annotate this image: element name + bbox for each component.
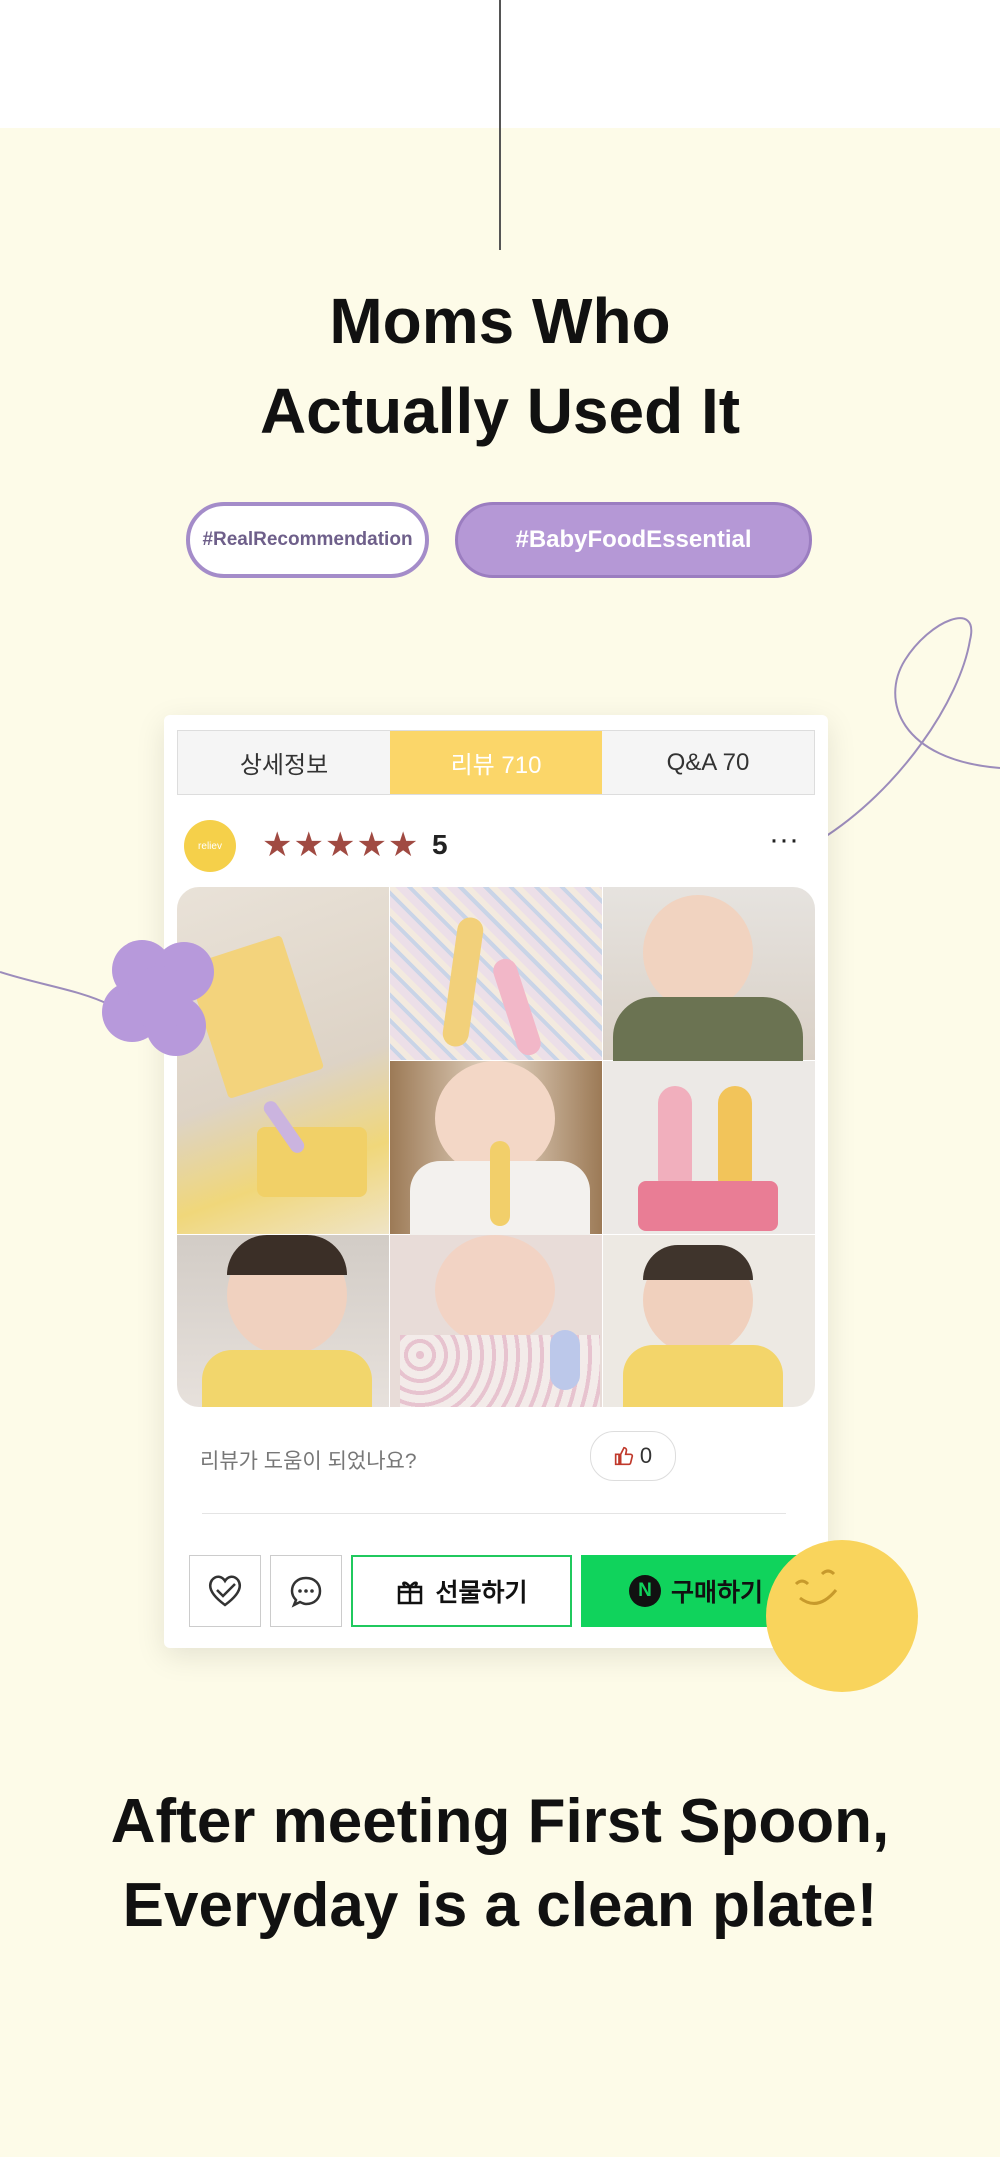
closing-line-2: Everyday is a clean plate!: [122, 1871, 878, 1940]
tag-real-recommendation: #RealRecommendation: [186, 502, 429, 578]
tab-qna[interactable]: Q&A 70: [602, 731, 814, 794]
photo-baby-eating[interactable]: [603, 1235, 815, 1407]
gift-label: 선물하기: [435, 1579, 528, 1607]
review-photo-grid[interactable]: [177, 887, 815, 1407]
photo-spoons-on-cloth[interactable]: [390, 887, 602, 1060]
photo-spoons-in-stand[interactable]: [603, 1061, 815, 1234]
review-card: 상세정보 리뷰 710 Q&A 70 reliev ★★★★★ 5 ··· 리뷰…: [164, 715, 828, 1648]
like-button[interactable]: 0: [590, 1431, 676, 1481]
gift-button[interactable]: 선물하기: [351, 1555, 572, 1627]
tab-details[interactable]: 상세정보: [178, 731, 390, 794]
helpful-prompt: 리뷰가 도움이 되었나요?: [200, 1450, 417, 1473]
divider: [202, 1513, 786, 1514]
purchase-action-bar: 선물하기 N 구매하기: [189, 1555, 815, 1629]
like-count: 0: [639, 1443, 653, 1468]
wishlist-button[interactable]: [189, 1555, 261, 1627]
photo-toddler-with-spoon[interactable]: [177, 1235, 389, 1407]
rating-score: 5: [432, 829, 448, 860]
flower-decoration: [102, 940, 214, 1056]
photo-baby-with-spoon[interactable]: [603, 887, 815, 1067]
closing-line-1: After meeting First Spoon,: [110, 1787, 890, 1856]
heart-check-icon: [208, 1575, 242, 1607]
smiley-face-icon: [794, 1569, 838, 1605]
headline-line-2: Actually Used It: [259, 375, 741, 447]
more-options-icon[interactable]: ···: [769, 825, 799, 855]
tag-baby-food-essential: #BabyFoodEssential: [455, 502, 812, 578]
thumbs-up-icon: [614, 1446, 634, 1466]
photo-baby-in-floral[interactable]: [390, 1235, 602, 1407]
product-tabs: 상세정보 리뷰 710 Q&A 70: [177, 730, 815, 795]
smiley-sun-decoration: [766, 1540, 918, 1692]
talk-button[interactable]: [270, 1555, 342, 1627]
closing-headline: After meeting First Spoon, Everyday is a…: [0, 1780, 1000, 1948]
tab-reviews[interactable]: 리뷰 710: [390, 731, 602, 794]
naver-n-icon: N: [629, 1575, 661, 1607]
headline: Moms Who Actually Used It: [0, 276, 1000, 456]
headline-line-1: Moms Who: [329, 285, 671, 357]
rating-stars: ★★★★★: [262, 826, 420, 864]
gift-icon: [398, 1581, 423, 1605]
buy-label: 구매하기: [671, 1579, 764, 1607]
reviewer-avatar: reliev: [184, 820, 236, 872]
photo-baby-holding-spoon[interactable]: [390, 1061, 602, 1241]
chat-bubble-icon: [290, 1576, 322, 1608]
